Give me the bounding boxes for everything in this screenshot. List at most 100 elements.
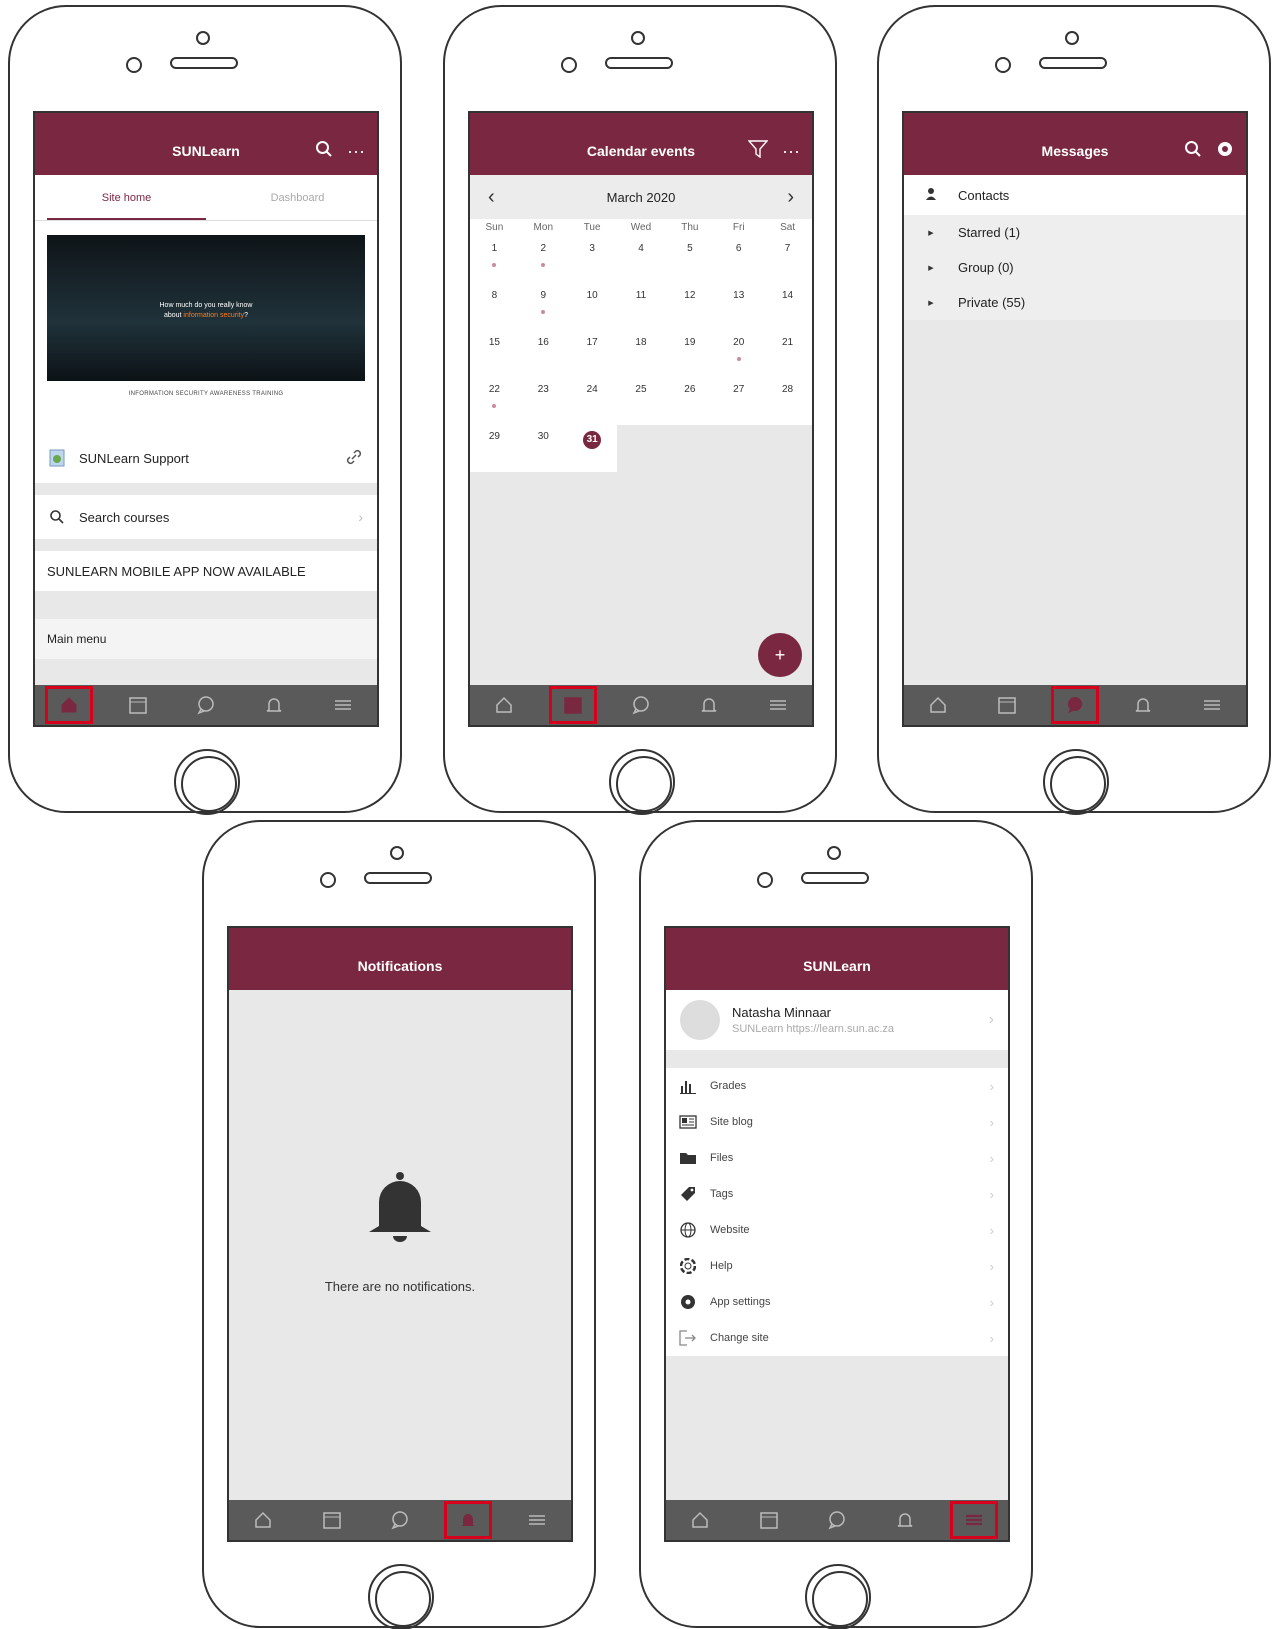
calendar-day[interactable]: 22 [470,378,519,425]
gear-icon[interactable] [1216,140,1234,163]
tab-messages[interactable] [1050,686,1099,724]
menu-item-files[interactable]: Files › [666,1140,1008,1176]
tab-home[interactable] [676,1501,724,1539]
app-bar: Calendar events ··· [470,127,812,175]
search-courses-row[interactable]: Search courses › [35,495,377,539]
tab-site-home[interactable]: Site home [47,175,206,220]
menu-item-change-site[interactable]: Change site › [666,1320,1008,1356]
calendar-day[interactable]: 2 [519,237,568,284]
tab-notifications[interactable] [250,686,298,724]
menu-item-label: Website [710,1224,750,1236]
calendar-day[interactable]: 16 [519,331,568,378]
tab-notifications[interactable] [1119,686,1167,724]
page-title: Notifications [357,958,443,974]
calendar-day[interactable]: 8 [470,284,519,331]
menu-item-site-blog[interactable]: Site blog › [666,1104,1008,1140]
announcement-row[interactable]: SUNLEARN MOBILE APP NOW AVAILABLE [35,551,377,591]
tab-calendar[interactable] [745,1501,793,1539]
calendar-day[interactable]: 3 [568,237,617,284]
calendar-day[interactable]: 24 [568,378,617,425]
calendar-day[interactable]: 26 [665,378,714,425]
tab-messages[interactable] [813,1501,861,1539]
home-button[interactable] [174,749,240,815]
tab-messages[interactable] [376,1501,424,1539]
contacts-row[interactable]: Contacts [904,175,1246,215]
filter-icon[interactable] [747,139,769,163]
home-button[interactable] [805,1564,871,1629]
calendar-day[interactable]: 14 [763,284,812,331]
calendar-day[interactable]: 1 [470,237,519,284]
menu-item-label: Tags [710,1188,734,1200]
weekday-label: Fri [732,222,745,233]
calendar-day[interactable]: 13 [714,284,763,331]
calendar-day[interactable]: 10 [568,284,617,331]
search-icon[interactable] [1184,140,1202,163]
more-options-icon[interactable]: ··· [782,141,800,162]
more-options-icon[interactable]: ··· [347,141,365,162]
banner-image[interactable]: How much do you really know about inform… [47,235,365,381]
calendar-day[interactable]: 25 [617,378,666,425]
calendar-day-today[interactable]: 31 [568,425,617,472]
calendar-day[interactable]: 5 [665,237,714,284]
tab-more[interactable] [754,686,802,724]
home-button[interactable] [609,749,675,815]
tab-notifications[interactable] [881,1501,929,1539]
private-row[interactable]: ▶ Private (55) [904,285,1246,320]
chevron-right-icon[interactable]: › [787,186,794,209]
calendar-day[interactable]: 21 [763,331,812,378]
calendar-day[interactable]: 30 [519,425,568,472]
starred-row[interactable]: ▶ Starred (1) [904,215,1246,250]
calendar-day[interactable]: 20 [714,331,763,378]
menu-item-website[interactable]: Website › [666,1212,1008,1248]
calendar-day[interactable]: 27 [714,378,763,425]
tab-home[interactable] [480,686,528,724]
user-profile-row[interactable]: Natasha Minnaar SUNLearn https://learn.s… [666,990,1008,1050]
calendar-day[interactable]: 11 [617,284,666,331]
calendar-day[interactable]: 6 [714,237,763,284]
tab-notifications[interactable] [685,686,733,724]
calendar-day[interactable]: 7 [763,237,812,284]
calendar-day[interactable]: 28 [763,378,812,425]
calendar-day[interactable]: 18 [617,331,666,378]
tab-home[interactable] [239,1501,287,1539]
tab-calendar[interactable] [114,686,162,724]
menu-item-help[interactable]: Help › [666,1248,1008,1284]
calendar-day[interactable]: 15 [470,331,519,378]
tab-more[interactable] [1188,686,1236,724]
calendar-day[interactable]: 29 [470,425,519,472]
calendar-day[interactable]: 4 [617,237,666,284]
page-title: SUNLearn [803,958,871,974]
tab-messages[interactable] [182,686,230,724]
menu-item-grades[interactable]: Grades › [666,1068,1008,1104]
tab-messages[interactable] [617,686,665,724]
calendar-day[interactable]: 23 [519,378,568,425]
tab-more[interactable] [513,1501,561,1539]
speaker [170,57,238,69]
main-menu-row[interactable]: Main menu [35,619,377,659]
divider [35,591,377,619]
tab-calendar[interactable] [983,686,1031,724]
calendar-day[interactable]: 17 [568,331,617,378]
screen-home: SUNLearn ··· Site home Dashboard How muc… [33,111,379,727]
tab-notifications[interactable] [444,1501,493,1539]
support-row[interactable]: SUNLearn Support [35,433,377,483]
tab-home[interactable] [914,686,962,724]
calendar-day[interactable]: 9 [519,284,568,331]
group-row[interactable]: ▶ Group (0) [904,250,1246,285]
calendar-day[interactable]: 12 [665,284,714,331]
tab-calendar[interactable] [308,1501,356,1539]
home-button[interactable] [368,1564,434,1629]
tab-more[interactable] [319,686,367,724]
add-event-button[interactable]: + [758,633,802,677]
calendar-day[interactable]: 19 [665,331,714,378]
menu-item-app-settings[interactable]: App settings › [666,1284,1008,1320]
tab-dashboard[interactable]: Dashboard [218,175,377,220]
chevron-left-icon[interactable]: ‹ [488,186,495,209]
home-button[interactable] [1043,749,1109,815]
search-icon[interactable] [315,140,333,163]
menu-item-tags[interactable]: Tags › [666,1176,1008,1212]
tab-calendar[interactable] [548,686,597,724]
app-bar: Messages [904,127,1246,175]
tab-home[interactable] [45,686,94,724]
tab-more[interactable] [949,1501,998,1539]
